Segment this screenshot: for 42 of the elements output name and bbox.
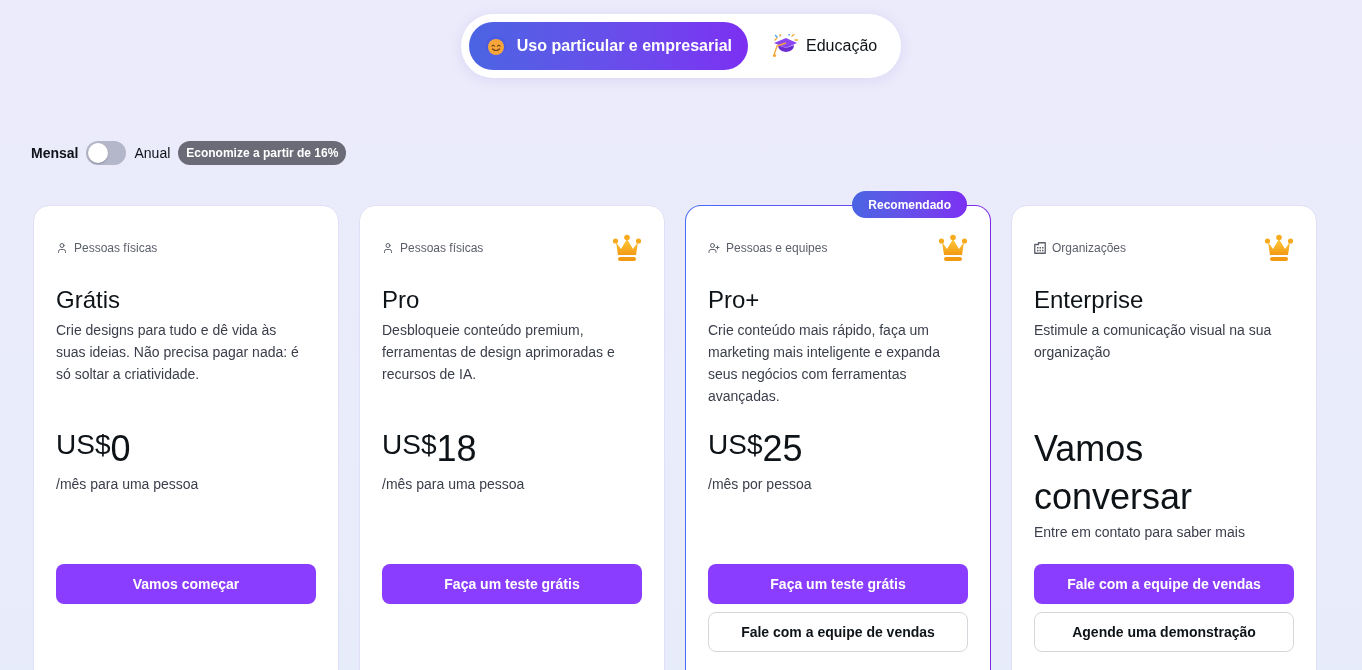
price-text: Vamos conversar: [1034, 427, 1194, 519]
toggle-label: Mensal: [31, 143, 79, 163]
plan-button[interactable]: Agende uma demonstração: [1034, 612, 1294, 652]
recommended-badge: Recomendado: [852, 191, 967, 218]
plan-description: Desbloqueie conteúdo premium, ferramentas de design aprimoradas e recursos de IA.: [382, 321, 616, 384]
plan-title: Pro+: [708, 285, 761, 315]
price-note: Entre em contato para saber mais: [1034, 523, 1246, 542]
user-icon: [382, 242, 394, 254]
plan-button[interactable]: Fale com a equipe de vendas: [1034, 564, 1294, 604]
currency-symbol: US$: [382, 428, 437, 460]
price-amount: 18: [436, 427, 477, 471]
segment-tab[interactable]: Educação: [756, 22, 894, 70]
price-note: /mês por pessoa: [708, 475, 813, 494]
audience-label: Pessoas físicas: [74, 240, 158, 257]
currency-symbol: US$: [56, 428, 111, 460]
audience-label: Organizações: [1052, 240, 1127, 257]
plan-title: Grátis: [56, 285, 121, 315]
user-plus-icon: [708, 242, 720, 254]
plan-title: Pro: [382, 285, 421, 315]
toggle-label: Anual: [134, 143, 171, 163]
plan-button[interactable]: Vamos começar: [56, 564, 316, 604]
plan-description: Crie conteúdo mais rápido, faça um marketing mais inteligente e expanda seus negócios com ferramentas avançadas.: [708, 321, 941, 406]
graduation-cap-icon: [772, 34, 798, 58]
segment-tab[interactable]: Uso particular e empresarial: [468, 22, 748, 70]
price-amount: 25: [762, 427, 803, 471]
discount-badge: Economize a partir de 16%: [178, 141, 347, 165]
price-note: /mês para uma pessoa: [56, 475, 200, 494]
audience-label: Pessoas e equipes: [726, 240, 828, 257]
plan-description: Estimule a comunicação visual na sua organização: [1034, 321, 1273, 362]
billing-toggle[interactable]: [86, 141, 127, 165]
price-note: /mês para uma pessoa: [382, 475, 526, 494]
audience-label: Pessoas físicas: [400, 240, 484, 257]
smiley-icon: [484, 35, 507, 57]
plan-button[interactable]: Fale com a equipe de vendas: [708, 612, 968, 652]
user-icon: [56, 242, 68, 254]
plan-button[interactable]: Faça um teste grátis: [382, 564, 642, 604]
building-icon: [1034, 242, 1046, 254]
plan-title: Enterprise: [1034, 285, 1145, 315]
price-amount: 0: [110, 427, 131, 471]
currency-symbol: US$: [708, 428, 763, 460]
plan-button[interactable]: Faça um teste grátis: [708, 564, 968, 604]
plan-description: Crie designs para tudo e dê vida às suas ideias. Não precisa pagar nada: é só soltar a criatividade.: [56, 321, 300, 384]
